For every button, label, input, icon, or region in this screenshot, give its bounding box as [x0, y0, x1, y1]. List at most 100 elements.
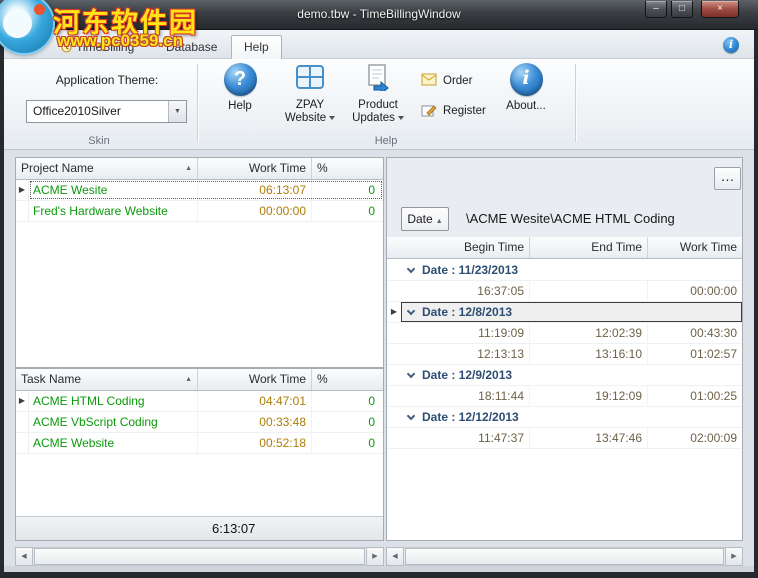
- cell-end-time: 19:12:09: [529, 386, 647, 406]
- scroll-left-button[interactable]: ◀: [15, 547, 33, 566]
- theme-combobox[interactable]: Office2010Silver ▼: [26, 100, 187, 123]
- scroll-thumb[interactable]: [34, 548, 365, 565]
- row-marker-cell: [16, 433, 29, 453]
- chevron-down-icon[interactable]: [406, 306, 416, 316]
- column-header-task-name[interactable]: Task Name ▲: [16, 369, 197, 390]
- row-cells: Fred's Hardware Website 00:00:00 0: [29, 201, 383, 221]
- cell-begin-time: 12:13:13: [477, 347, 524, 361]
- column-header-label: Work Time: [248, 161, 306, 175]
- scroll-left-icon: ◀: [21, 553, 27, 560]
- column-header-percent[interactable]: %: [311, 369, 383, 390]
- cell-name: ACME Website: [33, 436, 115, 450]
- tab-help[interactable]: Help: [231, 35, 282, 59]
- row-marker-cell: [387, 407, 401, 427]
- zpay-website-button[interactable]: ZPAY Website: [281, 61, 339, 137]
- table-row[interactable]: 16:37:05 00:00:00: [387, 281, 742, 302]
- column-header-label: Work Time: [248, 372, 306, 386]
- chevron-down-icon[interactable]: [406, 369, 416, 379]
- table-row[interactable]: ▶ ACME HTML Coding 04:47:01 0: [16, 391, 383, 412]
- scroll-track[interactable]: [404, 547, 725, 566]
- theme-combobox-value: Office2010Silver: [33, 104, 121, 118]
- group-label: Date : 11/23/2013: [422, 263, 519, 277]
- detail-toolbar: … Date ▲ \ACME Wesite\ACME HTML Coding: [387, 158, 742, 237]
- scroll-right-button[interactable]: ▶: [366, 547, 384, 566]
- cell-work-time: 01:02:57: [647, 344, 742, 364]
- maximize-button[interactable]: □: [671, 1, 693, 18]
- cell-work-time: 00:43:30: [647, 323, 742, 343]
- tab-database[interactable]: Database: [157, 36, 226, 58]
- table-row[interactable]: Fred's Hardware Website 00:00:00 0: [16, 201, 383, 222]
- table-row[interactable]: 11:47:37 13:47:46 02:00:09: [387, 428, 742, 449]
- indicator-header-cell: [387, 237, 401, 258]
- close-button[interactable]: ×: [701, 1, 739, 18]
- column-header-work-time[interactable]: Work Time: [647, 237, 742, 258]
- group-row[interactable]: Date : 12/9/2013: [387, 365, 742, 386]
- about-button[interactable]: i About...: [497, 61, 555, 137]
- help-button-label: Help: [228, 100, 252, 112]
- maximize-icon: □: [678, 3, 686, 14]
- table-row[interactable]: 11:19:09 12:02:39 00:43:30: [387, 323, 742, 344]
- order-icon: [421, 73, 437, 89]
- tab-timebilling[interactable]: TimeBilling: [52, 36, 143, 58]
- status-band: [4, 566, 754, 572]
- column-header-work-time[interactable]: Work Time: [197, 158, 311, 179]
- minimize-button[interactable]: –: [645, 1, 667, 18]
- register-icon: [421, 103, 437, 120]
- row-marker-cell: ▶: [16, 180, 29, 200]
- cell-percent: 0: [311, 180, 383, 200]
- column-header-project-name[interactable]: Project Name ▲: [16, 158, 197, 179]
- table-row[interactable]: ACME VbScript Coding 00:33:48 0: [16, 412, 383, 433]
- more-button[interactable]: …: [714, 167, 741, 190]
- column-header-work-time[interactable]: Work Time: [197, 369, 311, 390]
- table-row[interactable]: ACME Website 00:52:18 0: [16, 433, 383, 454]
- group-row[interactable]: ▶ Date : 12/8/2013: [387, 302, 742, 323]
- table-row[interactable]: 18:11:44 19:12:09 01:00:25: [387, 386, 742, 407]
- tab-label: Database: [166, 40, 218, 54]
- group-row[interactable]: Date : 11/23/2013: [387, 260, 742, 281]
- group-separator: [575, 64, 576, 142]
- titlebar[interactable]: demo.tbw - TimeBillingWindow – □ ×: [0, 0, 758, 30]
- group-row-content: Date : 12/8/2013: [401, 302, 742, 322]
- order-button[interactable]: Order: [417, 69, 476, 93]
- minimize-icon: –: [653, 3, 659, 14]
- scroll-left-button[interactable]: ◀: [386, 547, 404, 566]
- column-header-begin-time[interactable]: Begin Time: [401, 237, 529, 258]
- cell-work-time: 00:33:48: [197, 412, 311, 432]
- chevron-down-icon[interactable]: [406, 411, 416, 421]
- theme-combobox-dropdown-button[interactable]: ▼: [168, 101, 186, 122]
- scroll-right-icon: ▶: [731, 553, 737, 560]
- projects-grid: Project Name ▲ Work Time % ▶ ACME Wesite 06…: [15, 157, 384, 368]
- cell-name: Fred's Hardware Website: [33, 204, 168, 218]
- cell-begin-time: 11:47:37: [478, 431, 524, 445]
- group-row[interactable]: Date : 12/12/2013: [387, 407, 742, 428]
- help-button[interactable]: ? Help: [213, 61, 267, 137]
- scroll-track[interactable]: [33, 547, 366, 566]
- table-row[interactable]: ▶ ACME Wesite 06:13:07 0: [16, 180, 383, 201]
- table-row[interactable]: 12:13:13 13:16:10 01:02:57: [387, 344, 742, 365]
- group-label: Date : 12/8/2013: [422, 305, 513, 319]
- column-header-percent[interactable]: %: [311, 158, 383, 179]
- column-header-end-time[interactable]: End Time: [529, 237, 647, 258]
- ellipsis-icon: …: [720, 168, 735, 184]
- chevron-down-icon[interactable]: [406, 264, 416, 274]
- column-header-label: %: [317, 161, 328, 175]
- projects-grid-rows: ▶ ACME Wesite 06:13:07 0 Fred's Hardware Web…: [16, 180, 383, 222]
- info-button[interactable]: i: [723, 37, 739, 53]
- scroll-thumb[interactable]: [405, 548, 724, 565]
- left-horizontal-scrollbar[interactable]: ◀ ▶: [15, 547, 384, 566]
- scroll-right-button[interactable]: ▶: [725, 547, 743, 566]
- zpay-label-line2: Website: [284, 112, 327, 124]
- row-cells: ACME VbScript Coding 00:33:48 0: [29, 412, 383, 432]
- date-group-button[interactable]: Date ▲: [401, 207, 449, 231]
- cell-work-time: 00:52:18: [197, 433, 311, 453]
- zpay-label-line1: ZPAY: [295, 99, 325, 111]
- register-button[interactable]: Register: [417, 99, 490, 123]
- group-row-content: Date : 11/23/2013: [401, 260, 742, 280]
- zpay-website-icon: [281, 63, 339, 95]
- cell-work-time: 01:00:25: [647, 386, 742, 406]
- dropdown-arrow-icon: [397, 116, 404, 120]
- selection-path: \ACME Wesite\ACME HTML Coding: [466, 211, 675, 226]
- right-horizontal-scrollbar[interactable]: ◀ ▶: [386, 547, 743, 566]
- sort-asc-icon: ▲: [185, 165, 192, 172]
- product-updates-button[interactable]: Product Updates: [347, 61, 409, 137]
